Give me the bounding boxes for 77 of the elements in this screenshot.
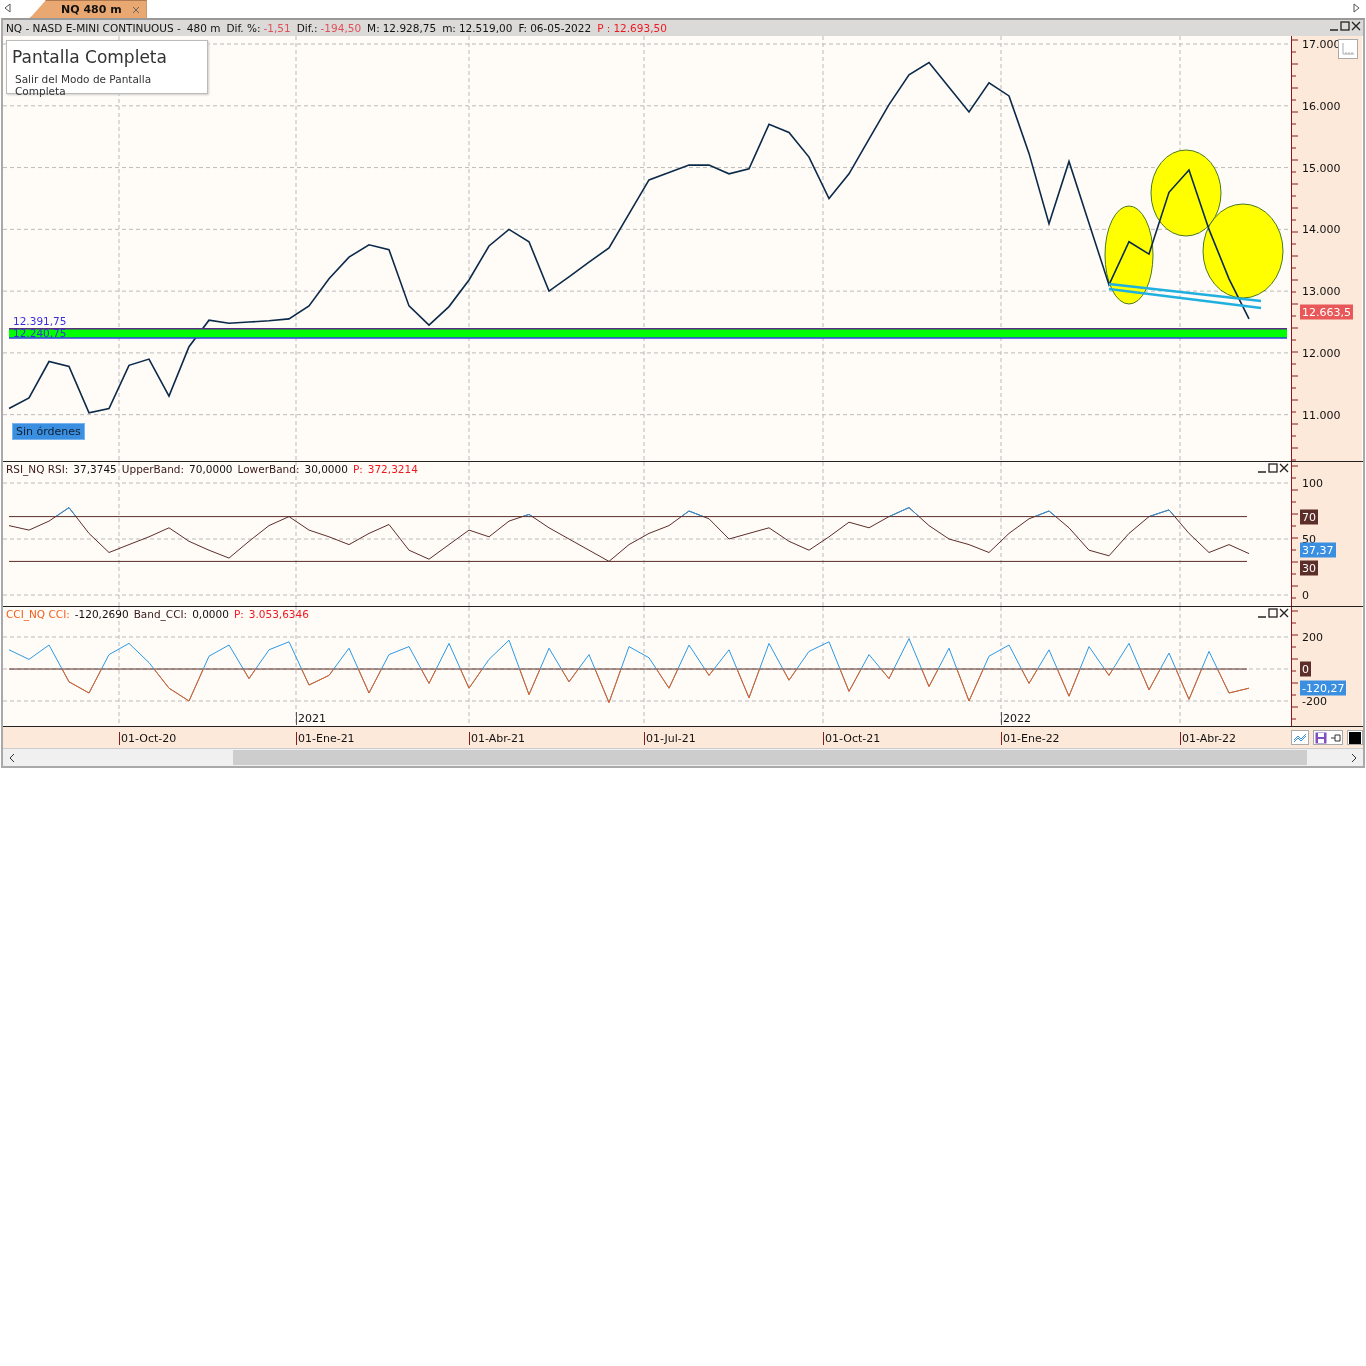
- band-tag: 70: [1300, 509, 1318, 525]
- field-label: M:: [367, 22, 380, 34]
- interval-label: 480 m: [186, 22, 221, 34]
- maximize-icon[interactable]: [1268, 463, 1278, 473]
- axis-label: 16.000: [1302, 99, 1341, 113]
- date-label: 01-Oct-20: [119, 732, 177, 745]
- close-icon[interactable]: [1351, 21, 1361, 31]
- field-value: 12.928,75: [382, 22, 437, 34]
- pin-icon: [1331, 733, 1341, 742]
- axis-label: 15.000: [1302, 161, 1341, 175]
- tooltip-title: Pantalla Completa: [12, 47, 168, 67]
- date-label: 01-Jul-21: [644, 732, 696, 745]
- axis-label: 12.000: [1302, 346, 1341, 360]
- maximize-icon[interactable]: [1268, 608, 1278, 618]
- field-label: F:: [518, 22, 528, 34]
- close-icon[interactable]: [1279, 608, 1289, 618]
- value-tag: -120,27: [1300, 680, 1347, 696]
- field-label: P :: [597, 22, 611, 34]
- axis-label: 13.000: [1302, 284, 1341, 298]
- level-price: 12.391,75: [13, 314, 67, 327]
- legend-label: UpperBand:: [121, 463, 185, 475]
- legend-value: -120,2690: [74, 608, 129, 620]
- scroll-left-icon[interactable]: [7, 752, 17, 763]
- legend-value: 3.053,6346: [248, 608, 309, 620]
- save-icon: [1315, 731, 1327, 744]
- legend-value: 372,3214: [367, 463, 418, 475]
- legend-label: P:: [233, 608, 244, 620]
- legend-label: CCI_NQ CCI:: [6, 608, 70, 620]
- field-label: Dif. %:: [226, 22, 261, 34]
- field-label: m:: [442, 22, 456, 34]
- chart-style-button[interactable]: [1291, 730, 1309, 745]
- axis-label: 100: [1302, 476, 1323, 490]
- right-arrow-icon[interactable]: [1352, 3, 1360, 13]
- field-label: Dif.:: [296, 22, 318, 34]
- value-tag: 37,37: [1300, 542, 1336, 558]
- date-label: 01-Ene-22: [1001, 732, 1060, 745]
- field-value: 12.693,50: [613, 22, 667, 34]
- legend-value: 0,0000: [192, 608, 229, 620]
- date-label: 01-Abr-21: [469, 732, 526, 745]
- axis-label: 0: [1302, 588, 1309, 602]
- legend-label: LowerBand:: [237, 463, 300, 475]
- year-label: 2022: [1001, 712, 1031, 725]
- axis-label: -200: [1302, 694, 1327, 708]
- axis-label: 14.000: [1302, 222, 1341, 236]
- save-button[interactable]: [1313, 730, 1343, 745]
- symbol-name: NQ - NASD E-MINI CONTINUOUS -: [6, 22, 181, 34]
- band-tag: 0: [1300, 661, 1311, 677]
- field-value: 06-05-2022: [530, 22, 592, 34]
- left-arrow-icon[interactable]: [4, 3, 12, 13]
- close-icon[interactable]: [1279, 463, 1289, 473]
- legend-value: 30,0000: [304, 463, 348, 475]
- color-button[interactable]: [1347, 730, 1363, 745]
- legend-label: RSI_NQ RSI:: [6, 463, 69, 475]
- legend-label: P:: [352, 463, 363, 475]
- orders-badge: Sin órdenes: [12, 423, 85, 440]
- chart-tab[interactable]: NQ 480 m: [30, 0, 147, 18]
- last-price-tag: 12.663,5: [1300, 304, 1353, 320]
- legend-value: 70,0000: [189, 463, 233, 475]
- scrollbar-thumb[interactable]: [233, 750, 1307, 765]
- field-value: 12.519,00: [458, 22, 513, 34]
- legend-label: Band_CCI:: [133, 608, 188, 620]
- maximize-icon[interactable]: [1340, 21, 1350, 31]
- wave-icon: [1293, 732, 1307, 743]
- field-value: -194,50: [320, 22, 362, 34]
- color-swatch-icon: [1349, 731, 1361, 744]
- level-price: 12.240,75: [13, 327, 67, 339]
- scroll-right-icon[interactable]: [1349, 752, 1359, 763]
- year-label: 2021: [296, 712, 326, 725]
- axis-label: 200: [1302, 630, 1323, 644]
- legend-value: 37,3745: [73, 463, 117, 475]
- band-tag: 30: [1300, 560, 1318, 576]
- axis-label: 11.000: [1302, 408, 1341, 422]
- date-label: 01-Oct-21: [823, 732, 881, 745]
- tooltip-text: Salir del Modo de Pantalla Completa: [14, 73, 153, 97]
- field-value: -1,51: [263, 22, 291, 34]
- date-label: 01-Ene-21: [296, 732, 355, 745]
- date-label: 01-Abr-22: [1180, 732, 1237, 745]
